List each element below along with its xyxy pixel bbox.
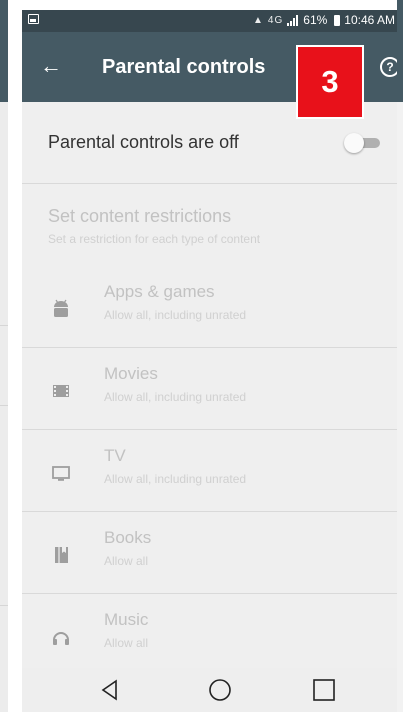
network-type: 4G bbox=[267, 14, 284, 26]
wifi-icon: ▲ bbox=[253, 14, 264, 26]
battery-icon bbox=[334, 14, 341, 26]
category-name: Apps & games bbox=[104, 282, 215, 301]
tv-icon bbox=[52, 466, 70, 481]
switch-thumb bbox=[344, 133, 364, 153]
headphones-icon bbox=[53, 632, 69, 645]
clock: 10:46 AM bbox=[344, 13, 395, 27]
category-books[interactable]: Books Allow all bbox=[22, 512, 397, 594]
page-title: Parental controls bbox=[102, 56, 266, 78]
category-rating: Allow all bbox=[104, 554, 149, 568]
category-rating: Allow all, including unrated bbox=[104, 308, 247, 322]
help-icon[interactable]: ? bbox=[380, 57, 397, 77]
category-tv[interactable]: TV Allow all, including unrated bbox=[22, 430, 397, 512]
home-circle-icon[interactable] bbox=[208, 678, 232, 702]
background-divider bbox=[0, 405, 8, 406]
phone-screen: ▲ 4G 61% 10:46 AM ← Parental controls ? … bbox=[22, 10, 397, 712]
book-icon bbox=[55, 547, 68, 563]
parental-controls-label: Parental controls are off bbox=[48, 132, 239, 152]
recents-square-icon[interactable] bbox=[312, 678, 336, 702]
category-name: Movies bbox=[104, 364, 158, 383]
background-appbar-left bbox=[0, 0, 8, 102]
back-triangle-icon[interactable] bbox=[98, 678, 122, 702]
background-screen-left bbox=[0, 0, 8, 712]
content-restrictions-subtitle: Set a restriction for each type of conte… bbox=[48, 232, 261, 246]
background-divider bbox=[0, 605, 8, 606]
category-name: Books bbox=[104, 528, 152, 547]
content-restrictions-heading: Set content restrictions bbox=[48, 206, 232, 226]
category-rating: Allow all bbox=[104, 636, 149, 650]
parental-controls-switch[interactable] bbox=[344, 133, 380, 153]
background-screen-right bbox=[397, 0, 403, 712]
background-divider bbox=[0, 325, 8, 326]
category-apps-games[interactable]: Apps & games Allow all, including unrate… bbox=[22, 266, 397, 348]
signal-icon bbox=[287, 14, 299, 26]
film-icon bbox=[53, 385, 69, 397]
back-arrow-icon[interactable]: ← bbox=[40, 52, 62, 80]
category-name: Music bbox=[104, 610, 149, 629]
step-number-badge: 3 bbox=[296, 45, 364, 119]
status-bar: ▲ 4G 61% 10:46 AM bbox=[22, 10, 397, 32]
navigation-bar bbox=[22, 668, 397, 712]
background-appbar-right bbox=[397, 0, 403, 102]
android-icon bbox=[54, 299, 68, 317]
battery-percent: 61% bbox=[303, 13, 328, 27]
status-right: ▲ 4G 61% 10:46 AM bbox=[253, 13, 395, 27]
category-rating: Allow all, including unrated bbox=[104, 472, 247, 486]
category-name: TV bbox=[104, 446, 126, 465]
image-notification-icon bbox=[28, 14, 39, 24]
category-music[interactable]: Music Allow all bbox=[22, 594, 397, 676]
category-rating: Allow all, including unrated bbox=[104, 390, 247, 404]
category-movies[interactable]: Movies Allow all, including unrated bbox=[22, 348, 397, 430]
